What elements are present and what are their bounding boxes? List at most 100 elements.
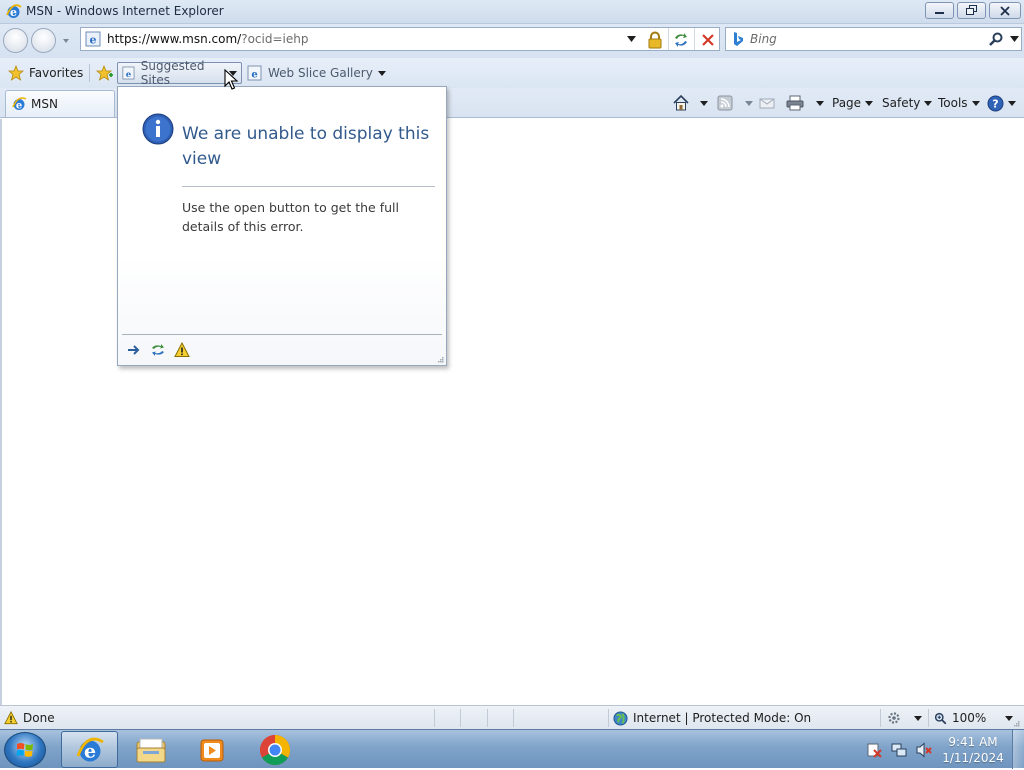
refresh-icon[interactable] <box>672 31 690 49</box>
search-input[interactable] <box>750 30 980 48</box>
home-button[interactable] <box>672 92 708 114</box>
help-button[interactable]: ? <box>987 92 1016 114</box>
resize-grip-icon[interactable] <box>436 355 444 363</box>
tools-menu[interactable]: Tools <box>938 92 980 114</box>
flyout-title: We are unable to display this view <box>182 124 430 169</box>
close-window-button[interactable] <box>989 2 1021 19</box>
chevron-down-icon[interactable] <box>745 100 753 106</box>
info-icon <box>142 113 174 145</box>
taskbar-media-player[interactable] <box>183 731 240 768</box>
suggested-sites-label: Suggested Sites <box>140 59 205 87</box>
printer-icon <box>786 95 804 111</box>
forward-button[interactable] <box>31 28 56 53</box>
tab-msn[interactable]: e MSN <box>5 90 115 117</box>
help-icon: ? <box>987 95 1004 111</box>
recent-pages-dropdown-icon[interactable] <box>62 37 70 45</box>
url-text[interactable]: https://www.msn.com/?ocid=iehp <box>107 32 308 46</box>
chevron-down-icon <box>924 100 933 106</box>
window-title: MSN - Windows Internet Explorer <box>26 4 224 18</box>
system-clock[interactable]: 9:41 AM 1/11/2024 <box>940 734 1006 766</box>
zoom-icon <box>934 712 947 724</box>
page-icon: e <box>247 65 262 81</box>
tab-label: MSN <box>31 97 58 111</box>
network-icon[interactable] <box>891 742 907 758</box>
clock-date: 1/11/2024 <box>942 751 1004 765</box>
favorites-bar: Favorites e Suggested Sites e Web Slice … <box>0 58 1024 88</box>
tools-menu-label: Tools <box>938 96 968 110</box>
chevron-down-icon <box>971 100 980 106</box>
zoom-level: 100% <box>952 711 987 725</box>
warning-icon <box>4 711 18 725</box>
internet-explorer-icon: e <box>76 737 104 762</box>
refresh-icon[interactable] <box>150 342 166 358</box>
suggested-sites-flyout: We are unable to display this view Use t… <box>117 86 447 366</box>
read-mail-button[interactable] <box>759 92 775 114</box>
page-menu[interactable]: Page <box>832 92 874 114</box>
safety-menu-label: Safety <box>882 96 921 110</box>
chevron-down-icon[interactable] <box>816 100 824 106</box>
page-icon: e <box>12 97 27 112</box>
folder-icon <box>136 738 165 762</box>
clock-time: 9:41 AM <box>948 735 998 749</box>
address-dropdown-icon[interactable] <box>627 36 636 42</box>
page-menu-label: Page <box>832 96 862 110</box>
gear-icon <box>888 712 900 724</box>
search-box[interactable] <box>725 27 1022 51</box>
restore-icon <box>965 5 977 15</box>
open-arrow-icon[interactable] <box>126 342 142 358</box>
add-to-favorites-bar-icon[interactable] <box>96 65 114 81</box>
star-icon <box>8 65 24 81</box>
status-text: Done <box>23 711 55 725</box>
address-bar[interactable]: e https://www.msn.com/?ocid=iehp <box>80 27 720 51</box>
safety-menu[interactable]: Safety <box>882 92 933 114</box>
chevron-down-icon <box>865 100 874 106</box>
svg-text:e: e <box>16 101 22 112</box>
mouse-cursor-icon <box>224 69 238 90</box>
chrome-icon <box>259 734 290 765</box>
web-slice-gallery-label: Web Slice Gallery <box>268 66 373 80</box>
stop-icon[interactable] <box>699 31 717 49</box>
security-zone[interactable]: Internet | Protected Mode: On <box>613 706 811 730</box>
chevron-down-icon <box>377 70 386 76</box>
title-bar: e MSN - Windows Internet Explorer <box>0 0 1024 24</box>
status-bar: Done Internet | Protected Mode: On 100% <box>0 705 1024 729</box>
chevron-down-icon[interactable] <box>700 100 708 106</box>
mail-icon <box>759 98 775 109</box>
resize-grip-icon[interactable] <box>1012 719 1020 727</box>
internet-explorer-icon: e <box>6 4 22 19</box>
chevron-down-icon <box>1008 100 1016 106</box>
show-desktop-button[interactable] <box>1012 730 1024 769</box>
search-options-dropdown-icon[interactable] <box>1010 36 1019 42</box>
security-zone-label: Internet | Protected Mode: On <box>633 711 812 725</box>
navigation-bar: e https://www.msn.com/?ocid=iehp <box>0 24 1024 58</box>
lock-icon[interactable] <box>646 31 664 49</box>
taskbar-internet-explorer[interactable]: e <box>61 731 118 768</box>
web-slice-gallery-button[interactable]: e Web Slice Gallery <box>243 62 390 84</box>
media-player-icon <box>200 739 223 761</box>
svg-text:e: e <box>90 34 97 47</box>
action-center-icon[interactable] <box>866 742 882 758</box>
start-button[interactable] <box>4 732 46 768</box>
taskbar-file-explorer[interactable] <box>122 731 179 768</box>
volume-muted-icon[interactable] <box>916 742 932 758</box>
protected-mode-settings[interactable] <box>887 706 922 730</box>
home-icon <box>673 94 689 111</box>
feeds-button[interactable] <box>717 92 753 114</box>
flyout-message: Use the open button to get the full deta… <box>182 200 399 234</box>
warning-icon[interactable] <box>174 342 190 358</box>
status-text-area: Done <box>4 706 55 730</box>
taskbar-chrome[interactable] <box>246 731 303 768</box>
restore-button[interactable] <box>957 2 986 19</box>
search-icon[interactable] <box>988 31 1004 47</box>
back-button[interactable] <box>3 28 28 53</box>
favorites-button[interactable]: Favorites <box>4 62 87 84</box>
divider <box>182 186 435 187</box>
favorites-label: Favorites <box>29 66 84 80</box>
print-button[interactable] <box>786 92 824 114</box>
svg-text:e: e <box>126 70 132 80</box>
svg-text:e: e <box>251 70 257 81</box>
zoom-control[interactable]: 100% <box>934 706 1014 730</box>
page-icon: e <box>122 66 135 80</box>
minimize-button[interactable] <box>925 2 954 19</box>
page-icon: e <box>85 31 101 47</box>
